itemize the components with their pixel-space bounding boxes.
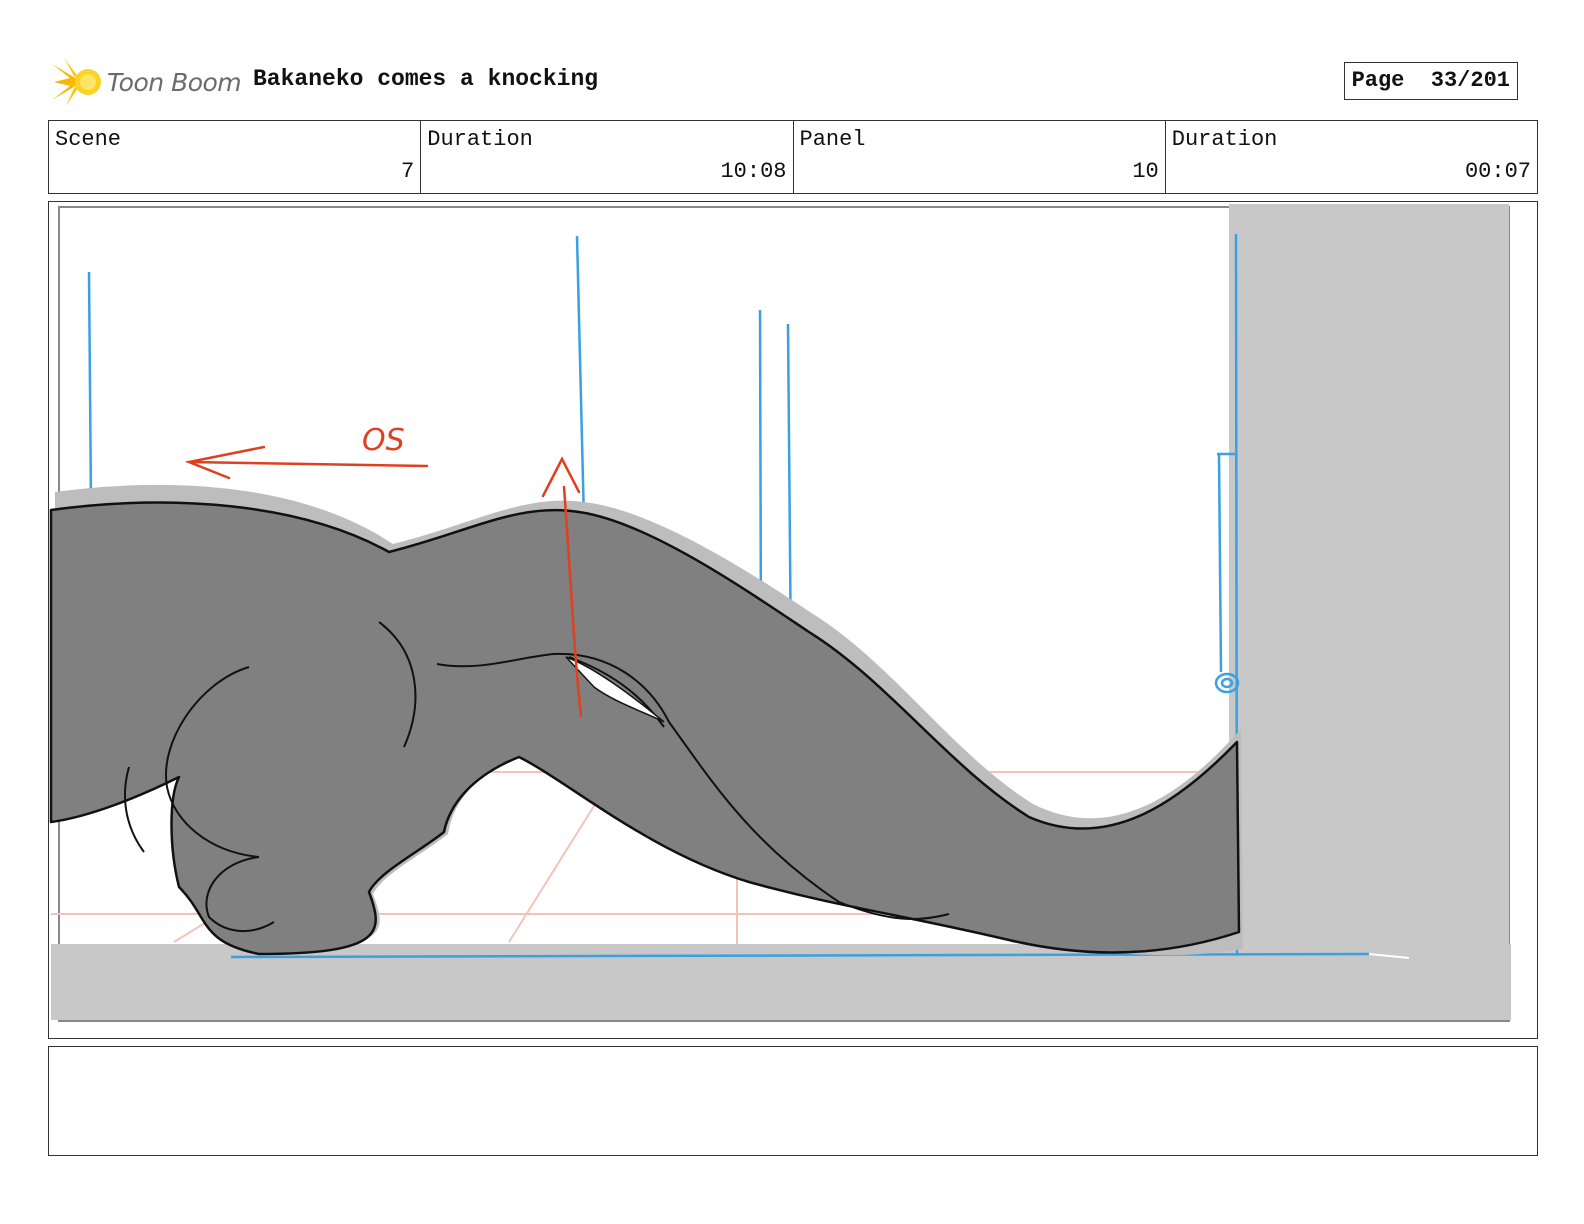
panel-duration-value: 00:07 bbox=[1464, 159, 1531, 184]
starburst-icon bbox=[52, 58, 101, 106]
scene-label: Scene bbox=[55, 127, 122, 152]
panel-notes-box bbox=[48, 1046, 1538, 1156]
offscreen-annotation: OS bbox=[362, 423, 405, 458]
scene-duration-value: 10:08 bbox=[720, 159, 787, 184]
page-number: 33/201 bbox=[1430, 68, 1510, 93]
scene-duration-label: Duration bbox=[427, 127, 533, 152]
toon-boom-logo: Toon Boom bbox=[52, 56, 252, 108]
panel-duration-cell: Duration 00:07 bbox=[1166, 121, 1537, 193]
panel-value: 10 bbox=[1132, 159, 1159, 184]
scene-duration-cell: Duration 10:08 bbox=[421, 121, 794, 193]
storyboard-panel: OS bbox=[48, 201, 1538, 1039]
bakaneko-creature bbox=[49, 501, 1241, 956]
panel-cell: Panel 10 bbox=[794, 121, 1166, 193]
logo-wordmark: Toon Boom bbox=[107, 68, 242, 97]
page-header: Toon Boom Bakaneko comes a knocking Page… bbox=[48, 52, 1538, 108]
scene-cell: Scene 7 bbox=[49, 121, 422, 193]
panel-duration-label: Duration bbox=[1171, 127, 1278, 152]
storyboard-title: Bakaneko comes a knocking bbox=[253, 66, 599, 92]
page-label: Page bbox=[1351, 68, 1405, 93]
scene-info-bar: Scene 7 Duration 10:08 Panel 10 Duration… bbox=[48, 120, 1538, 194]
panel-label: Panel bbox=[799, 127, 866, 152]
scene-value: 7 bbox=[401, 159, 415, 184]
page-indicator: Page 33/201 bbox=[1343, 62, 1518, 100]
wall-shadow bbox=[1229, 204, 1509, 1020]
panel-drawing: OS bbox=[49, 204, 1511, 1022]
